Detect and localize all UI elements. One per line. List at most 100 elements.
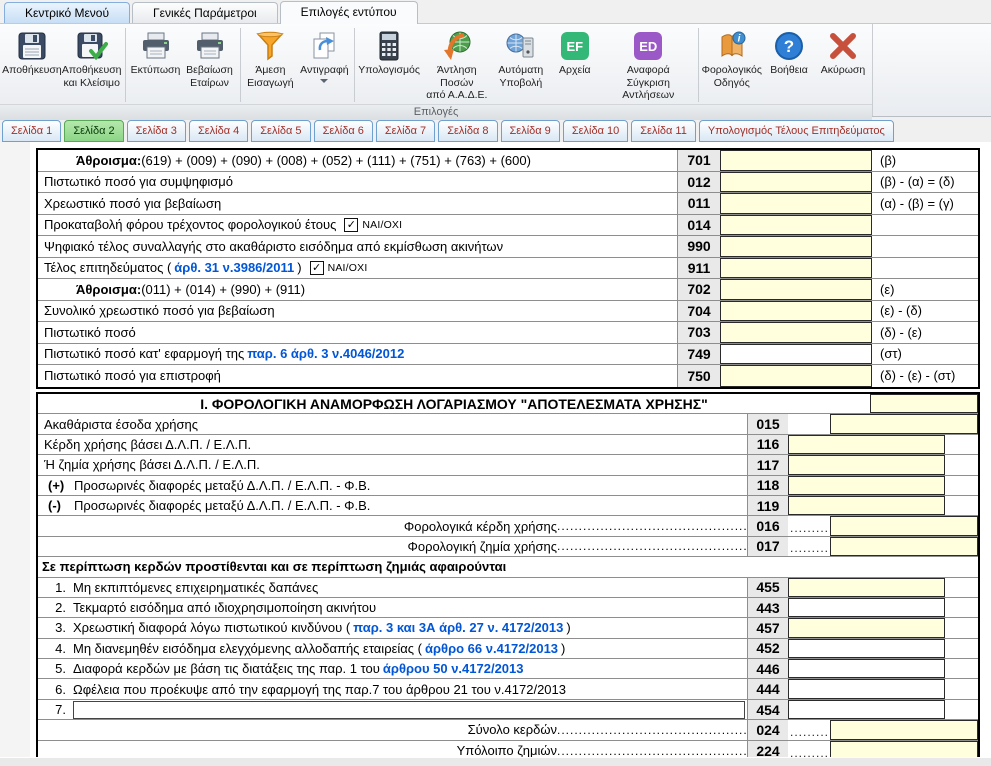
label-text: Πιστωτικό ποσό <box>44 325 136 340</box>
save-close-button[interactable]: Αποθήκευση και Κλείσιμο <box>62 26 122 104</box>
tax-adjustment-table: Ι. ΦΟΡΟΛΟΓΙΚΗ ΑΝΑΜΟΡΦΩΣΗ ΛΟΓΑΡΙΑΣΜΟΥ "ΑΠ… <box>36 392 980 763</box>
comparison-report-button[interactable]: EDΑναφορά Σύγκριση Αντλήσεων <box>602 26 695 104</box>
page-tab-11[interactable]: Σελίδα 11 <box>631 120 696 142</box>
row-number: 5. <box>44 661 73 676</box>
page-tab-strip: Σελίδα 1Σελίδα 2Σελίδα 3Σελίδα 4Σελίδα 5… <box>2 119 991 142</box>
amount-field-012[interactable] <box>720 172 872 193</box>
law-reference-link[interactable]: άρθρου 50 ν.4172/2013 <box>383 661 524 676</box>
dotted-leader <box>557 744 747 758</box>
partners-certificate-button[interactable]: Βεβαίωση Εταίρων <box>183 26 237 104</box>
amount-field-749[interactable] <box>720 344 872 365</box>
page-tab-4[interactable]: Σελίδα 4 <box>189 120 248 142</box>
label-text: ) <box>566 620 570 635</box>
amount-field-704[interactable] <box>720 301 872 322</box>
yes-no-checkbox[interactable] <box>344 218 358 232</box>
row-code: 119 <box>747 496 788 515</box>
page-tab-10[interactable]: Σελίδα 10 <box>563 120 628 142</box>
formula-note: (ε) - (δ) <box>872 301 978 322</box>
amount-field-016[interactable] <box>830 516 978 535</box>
amount-field-454[interactable] <box>788 700 945 719</box>
law-reference-link[interactable]: παρ. 3 και 3Α άρθ. 27 ν. 4172/2013 <box>353 620 563 635</box>
amount-field-443[interactable] <box>788 598 945 617</box>
label-text: Χρεωστικό ποσό για βεβαίωση <box>44 196 221 211</box>
chevron-down-icon[interactable] <box>320 79 328 83</box>
page-tab-2[interactable]: Σελίδα 2 <box>64 120 123 142</box>
amount-field-990[interactable] <box>720 236 872 257</box>
label-text: Φορολογικά κέρδη χρήσης <box>404 519 557 534</box>
amount-field-701[interactable] <box>720 150 872 171</box>
spacer <box>945 578 978 597</box>
law-reference-link[interactable]: παρ. 6 άρθ. 3 ν.4046/2012 <box>247 346 404 361</box>
field-zone <box>788 679 978 698</box>
page-tab-3[interactable]: Σελίδα 3 <box>127 120 186 142</box>
amount-field-017[interactable] <box>830 537 978 556</box>
amount-field-header-side[interactable] <box>870 394 978 413</box>
amount-field-702[interactable] <box>720 279 872 300</box>
calculate-button[interactable]: Υπολογισμός <box>358 26 420 104</box>
amount-field-116[interactable] <box>788 435 945 454</box>
amount-field-455[interactable] <box>788 578 945 597</box>
ribbon-tab-1[interactable]: Κεντρικό Μενού <box>4 2 130 24</box>
row-label: 7. <box>38 700 747 719</box>
tax-guide-button[interactable]: iΦορολογικός Οδηγός <box>702 26 762 104</box>
help-button[interactable]: ?Βοήθεια <box>762 26 816 104</box>
amount-field-117[interactable] <box>788 455 945 474</box>
amount-field-703[interactable] <box>720 322 872 343</box>
row-code: 750 <box>677 365 720 387</box>
toolbar-button-label: Υπολογισμός <box>358 64 420 77</box>
ribbon-tab-3[interactable]: Επιλογές εντύπου <box>280 1 418 24</box>
page-tab-12[interactable]: Υπολογισμός Τέλους Επιτηδεύματος <box>699 120 894 142</box>
fetch-amounts-button[interactable]: Άντληση Ποσών από Α.Α.Δ.Ε. <box>420 26 494 104</box>
amount-field-015[interactable] <box>830 414 978 433</box>
direct-import-button[interactable]: Άμεση Εισαγωγή <box>243 26 297 104</box>
help-icon: ? <box>773 30 805 62</box>
page-tab-8[interactable]: Σελίδα 8 <box>438 120 497 142</box>
amount-field-911[interactable] <box>720 258 872 279</box>
auto-submit-button[interactable]: Αυτόματη Υποβολή <box>494 26 548 104</box>
amount-field-119[interactable] <box>788 496 945 515</box>
field-zone <box>788 414 978 433</box>
law-reference-link[interactable]: άρθρο 66 ν.4172/2013 <box>425 641 558 656</box>
spacer <box>945 659 978 678</box>
tax-summary-table: Άθροισμα: (619) + (009) + (090) + (008) … <box>36 148 980 389</box>
section-subtitle: Σε περίπτωση κερδών προστίθενται και σε … <box>38 557 978 576</box>
amount-field-014[interactable] <box>720 215 872 236</box>
files-button[interactable]: EF Αρχεία <box>548 26 602 104</box>
copy-button[interactable]: Αντιγραφή <box>297 26 351 104</box>
ribbon-group-label: Επιλογές <box>0 104 872 120</box>
left-margin <box>0 142 30 766</box>
amount-field-750[interactable] <box>720 365 872 387</box>
save-button[interactable]: Αποθήκευση <box>2 26 62 104</box>
page-tab-5[interactable]: Σελίδα 5 <box>251 120 310 142</box>
law-reference-link[interactable]: άρθ. 31 ν.3986/2011 <box>174 260 294 275</box>
toolbar-button-label: Αρχεία <box>559 64 591 77</box>
page-tab-9[interactable]: Σελίδα 9 <box>501 120 560 142</box>
toolbar-button-label: Άμεση Εισαγωγή <box>247 64 293 89</box>
description-input[interactable] <box>73 701 745 719</box>
table-row: 7.454 <box>38 700 978 720</box>
page-tab-7[interactable]: Σελίδα 7 <box>376 120 435 142</box>
amount-field-457[interactable] <box>788 618 945 637</box>
page-tab-1[interactable]: Σελίδα 1 <box>2 120 61 142</box>
formula-note: (δ) - (ε) <box>872 322 978 343</box>
yes-no-checkbox[interactable] <box>310 261 324 275</box>
globe-submit-icon <box>505 30 537 62</box>
row-code: 014 <box>677 215 720 236</box>
amount-field-446[interactable] <box>788 659 945 678</box>
label-text: Τέλος επιτηδεύματος ( <box>44 260 171 275</box>
table-row: 1.Μη εκπιπτόμενες επιχειρηματικές δαπάνε… <box>38 578 978 598</box>
field-zone <box>720 236 978 257</box>
amount-field-444[interactable] <box>788 679 945 698</box>
amount-field-024[interactable] <box>830 720 978 739</box>
field-zone <box>720 258 978 279</box>
print-button[interactable]: Εκτύπωση <box>129 26 183 104</box>
page-tab-6[interactable]: Σελίδα 6 <box>314 120 373 142</box>
ribbon-tab-2[interactable]: Γενικές Παράμετροι <box>132 2 278 24</box>
ef-badge-icon: EF <box>561 32 589 60</box>
spacer <box>945 496 978 515</box>
amount-field-452[interactable] <box>788 639 945 658</box>
amount-field-118[interactable] <box>788 476 945 495</box>
amount-field-011[interactable] <box>720 193 872 214</box>
cancel-button[interactable]: Ακύρωση <box>816 26 870 104</box>
label-text: (011) + (014) + (990) + (911) <box>141 282 305 297</box>
